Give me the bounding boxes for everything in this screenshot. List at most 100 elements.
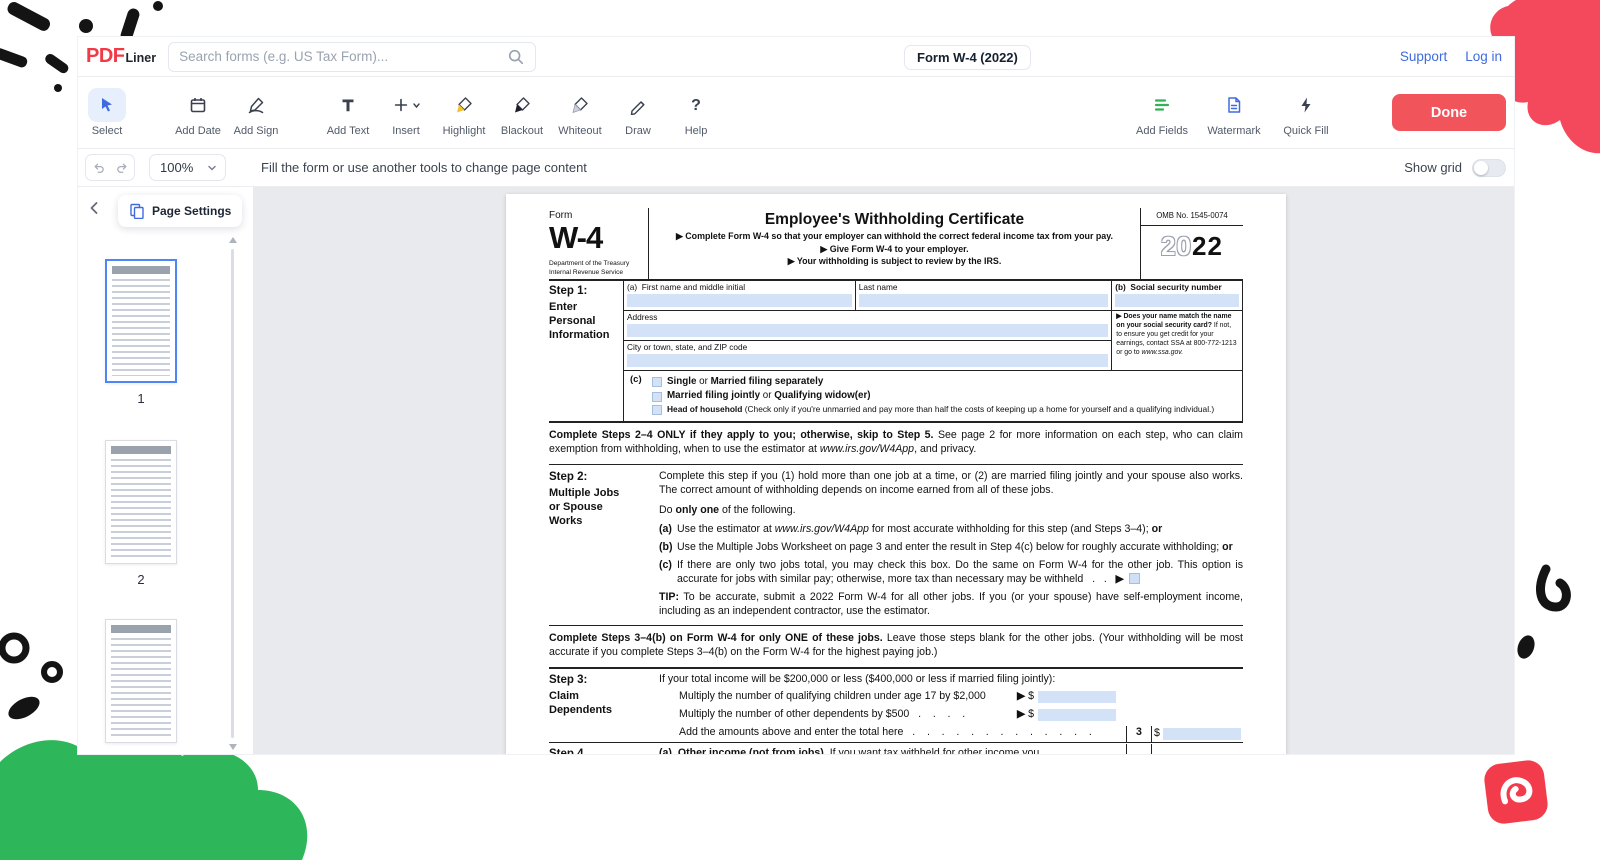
ink-squiggles-right [1516, 555, 1576, 685]
watermark-button[interactable]: Watermark [1202, 88, 1266, 137]
scroll-down-arrow-icon[interactable] [229, 744, 237, 750]
step2-sublabel: or Spouse [549, 501, 659, 515]
step1-sublabel: Enter [549, 301, 623, 315]
address-cell: Address [624, 311, 1111, 341]
text: Use the estimator at [677, 523, 775, 535]
ssn-input[interactable] [1115, 294, 1239, 307]
first-name-input[interactable] [627, 294, 852, 307]
pdfliner-logo[interactable]: PDF Liner [86, 45, 156, 68]
select-tool-button[interactable]: Select [78, 88, 136, 137]
sidebar-scrollbar[interactable] [228, 237, 237, 750]
first-name-label: (a) First name and middle initial [627, 282, 852, 293]
qualifying-children-amount-input[interactable] [1038, 691, 1116, 703]
top-links: Support Log in [1400, 49, 1504, 64]
search-icon [507, 48, 525, 66]
dept-line1: Department of the Treasury [549, 260, 642, 269]
page-thumbnail-3[interactable] [105, 619, 177, 743]
workspace: Page Settings 1 2 3 [78, 187, 1514, 754]
help-button[interactable]: ? Help [667, 88, 725, 137]
ssn-cell: (b) Social security number [1112, 281, 1242, 311]
undo-icon[interactable] [92, 161, 106, 175]
two-jobs-checkbox[interactable] [1129, 573, 1140, 584]
step3-content: If your total income will be $200,000 or… [659, 673, 1243, 742]
option-text: Married filing separately [711, 376, 824, 387]
page-thumbnail-1[interactable] [105, 259, 177, 383]
steps-2-4-note: Complete Steps 2–4 ONLY if they apply to… [549, 423, 1243, 464]
text-bold: or [1152, 523, 1163, 535]
highlight-tool-button[interactable]: Highlight [435, 88, 493, 137]
other-dependents-amount-input[interactable] [1038, 709, 1116, 721]
thumbnail-content [111, 446, 171, 454]
insert-tool-button[interactable]: Insert [377, 88, 435, 137]
login-link[interactable]: Log in [1465, 49, 1502, 64]
text-bold: or [1222, 541, 1233, 553]
step4-label: Step 4 [549, 744, 659, 754]
city-input[interactable] [627, 354, 1108, 367]
scroll-up-arrow-icon[interactable] [229, 237, 237, 243]
page-thumbnail-2[interactable] [105, 440, 177, 564]
option-text: (Check only if you're unmarried and pay … [742, 404, 1214, 414]
w4-document-page: Form W-4 Department of the Treasury Inte… [506, 194, 1286, 754]
page-settings-button[interactable]: Page Settings [118, 195, 242, 227]
scrollbar-track[interactable] [231, 249, 234, 738]
add-date-tool-button[interactable]: Add Date [169, 88, 227, 137]
show-grid-label: Show grid [1404, 160, 1462, 175]
option-marker: (c) [659, 559, 677, 587]
option-text: Single [667, 376, 696, 387]
thumbnail-content [112, 266, 170, 274]
address-col: Address City or town, state, and ZIP cod… [624, 311, 1112, 370]
address-input[interactable] [627, 324, 1108, 337]
add-fields-button[interactable]: Add Fields [1130, 88, 1194, 137]
ink-rings-left [0, 600, 80, 750]
form-bullet-1: ▶ Complete Form W-4 so that your employe… [659, 230, 1130, 242]
step2-paragraph: Complete this step if you (1) hold more … [659, 470, 1243, 498]
draw-tool-button[interactable]: Draw [609, 88, 667, 137]
step2-option-c: (c) If there are only two jobs total, yo… [659, 559, 1243, 587]
year-solid: 22 [1192, 231, 1223, 261]
dept-line2: Internal Revenue Service [549, 269, 642, 278]
signature-pen-icon [246, 95, 266, 115]
collapse-sidebar-button[interactable] [88, 201, 100, 220]
step2-sublabel: Multiple Jobs [549, 487, 659, 501]
blackout-tool-button[interactable]: Blackout [493, 88, 551, 137]
search-forms-box[interactable] [168, 42, 536, 72]
show-grid-toggle[interactable] [1472, 159, 1506, 177]
zoom-value: 100% [160, 160, 193, 175]
add-fields-icon [1152, 95, 1172, 115]
whiteout-marker-icon [570, 95, 590, 115]
step3-section: Step 3: Claim Dependents If your total i… [549, 669, 1243, 742]
city-cell: City or town, state, and ZIP code [624, 341, 1111, 370]
chevron-down-icon [412, 101, 421, 110]
zoom-select[interactable]: 100% [149, 154, 226, 181]
form-title: Employee's Withholding Certificate [659, 210, 1130, 230]
step1-section: Step 1: Enter Personal Information (a) F… [549, 281, 1243, 423]
text: If there are only two jobs total, you ma… [677, 559, 1243, 585]
form-header-right: OMB No. 1545-0074 2022 [1141, 208, 1243, 279]
note-link: www.ssa.gov. [1142, 349, 1184, 356]
line-number: 3 [1126, 726, 1151, 742]
done-button[interactable]: Done [1392, 94, 1506, 131]
add-text-tool-button[interactable]: Add Text [319, 88, 377, 137]
option-text: Qualifying widow(er) [774, 390, 870, 401]
last-name-input[interactable] [859, 294, 1108, 307]
single-checkbox[interactable] [652, 377, 662, 387]
blackout-marker-icon [512, 95, 532, 115]
first-name-cell: (a) First name and middle initial [624, 281, 856, 311]
add-sign-tool-button[interactable]: Add Sign [227, 88, 285, 137]
search-input[interactable] [179, 49, 507, 64]
support-link[interactable]: Support [1400, 49, 1447, 64]
step3-total-input[interactable] [1163, 728, 1241, 740]
note-regular: , and privacy. [914, 443, 976, 455]
dollar-sign: $ [1154, 727, 1160, 741]
head-of-household-checkbox[interactable] [652, 405, 662, 415]
step1-sublabel: Information [549, 329, 623, 343]
address-rows: Address City or town, state, and ZIP cod… [624, 311, 1242, 371]
page-number-2: 2 [105, 572, 177, 587]
step3-label: Step 3: [549, 673, 659, 688]
amount-cell [1151, 744, 1243, 754]
married-jointly-checkbox[interactable] [652, 392, 662, 402]
whiteout-tool-button[interactable]: Whiteout [551, 88, 609, 137]
quick-fill-button[interactable]: Quick Fill [1274, 88, 1338, 137]
redo-icon[interactable] [115, 161, 129, 175]
other-dependents-row: Multiply the number of other dependents … [659, 708, 1243, 722]
